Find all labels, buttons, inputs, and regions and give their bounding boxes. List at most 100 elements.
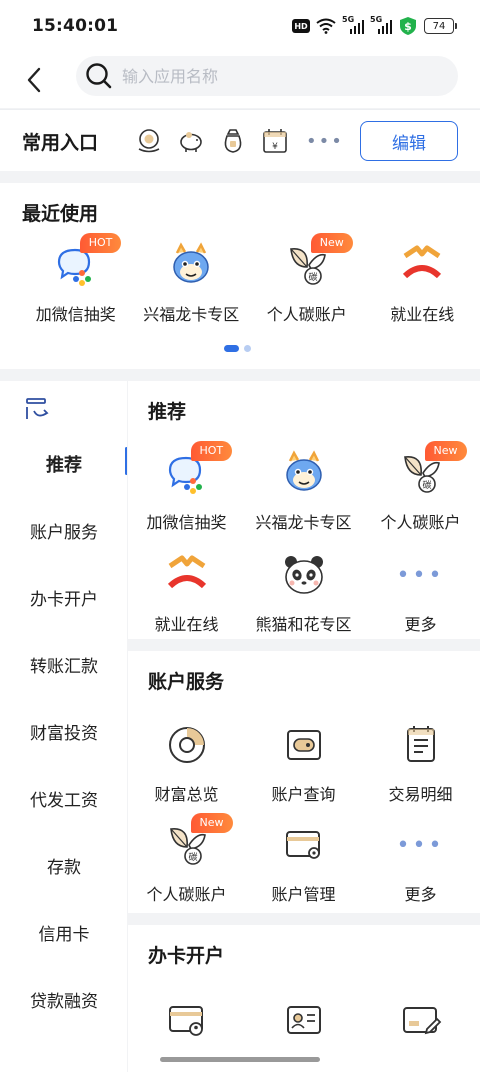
section-title: 推荐 [148,401,187,423]
grid-item-wechat-lottery[interactable]: HOT 加微信抽奖 [128,441,245,533]
sidebar-item-account[interactable]: 账户服务 [0,518,128,543]
wifi-icon [316,18,336,34]
app-label: 就业在线 [390,305,455,324]
recent-title: 最近使用 [22,203,99,225]
page-dot-active [224,345,239,352]
wallet-icon [286,730,321,760]
recent-app-carbon-account[interactable]: 碳 New 个人碳账户 [249,233,365,325]
new-badge: New [190,813,233,833]
grid-item-label: 兴福龙卡专区 [255,513,352,532]
grid-item-card-open-2[interactable] [245,995,362,1047]
grid-item-label: 交易明细 [388,785,453,804]
page-indicator [224,345,251,352]
grid-item-label: 账户查询 [271,785,336,804]
grid-item-label: 个人碳账户 [146,885,227,904]
quick-entry-title: 常用入口 [22,132,99,154]
svg-text:$: $ [404,20,412,33]
calendar-yuan-icon[interactable]: ¥ [260,126,290,156]
grid-item-carbon-account[interactable]: 碳 New 个人碳账户 [128,813,245,905]
svg-text:¥: ¥ [272,142,278,152]
sidebar-item-transfer[interactable]: 转账汇款 [0,652,128,677]
recent-app-employment[interactable]: 就业在线 [365,239,480,325]
hot-badge: HOT [79,233,122,253]
sidebar-item-wealth[interactable]: 财富投资 [0,719,128,744]
grid-item-dragon-card[interactable]: 兴福龙卡专区 [245,447,362,533]
svg-text:碳: 碳 [188,851,197,863]
sidebar-item-loan[interactable]: 贷款融资 [0,987,128,1012]
section-title: 账户服务 [148,671,225,693]
chevron-left-icon [27,67,41,93]
wealth-coin-icon[interactable] [134,126,164,156]
grid-item-label: 熊猫和花专区 [255,615,352,634]
search-icon [86,63,112,89]
grid-item-card-open-1[interactable] [128,995,245,1047]
security-shield-icon: $ [400,17,416,35]
grid-item-account-query[interactable]: 账户查询 [245,719,362,805]
grid-item-account-management[interactable]: 账户管理 [245,819,362,905]
employment-icon [167,555,206,589]
id-card-icon [286,1006,321,1034]
status-bar: 15:40:01 HD 5G 5G $ 74 [0,0,480,56]
grid-item-employment[interactable]: 就业在线 [128,549,245,635]
category-sidebar: 推荐 账户服务 办卡开户 转账汇款 财富投资 代发工资 存款 信用卡 贷款融资 [0,381,128,1072]
grid-item-label: 个人碳账户 [380,513,461,532]
hot-badge: HOT [190,441,233,461]
card-settings-icon [285,831,320,859]
grid-item-label: 财富总览 [154,785,219,804]
search-header [0,56,480,108]
new-badge: New [424,441,467,461]
home-indicator[interactable] [160,1057,320,1062]
pie-chart-icon [168,727,205,763]
grid-item-carbon-account[interactable]: 碳 New 个人碳账户 [362,441,479,533]
svg-text:碳: 碳 [308,271,317,283]
grid-item-more[interactable]: ••• 更多 [362,819,479,905]
grid-item-label: 加微信抽奖 [146,513,227,532]
piggy-bank-icon[interactable] [176,126,206,156]
grid-item-wealth-overview[interactable]: 财富总览 [128,719,245,805]
quick-entry-icons[interactable]: ¥ ••• [134,126,344,156]
sidebar-toggle-icon[interactable] [24,395,52,423]
grid-item-label: 就业在线 [154,615,219,634]
card-edit-icon [402,1007,441,1035]
app-label: 个人碳账户 [266,305,347,324]
status-time: 15:40:01 [32,16,119,36]
sidebar-item-payroll[interactable]: 代发工资 [0,786,128,811]
section-card-opening: 办卡开户 [128,925,480,1072]
recent-apps: HOT 加微信抽奖 兴福龙卡专区 碳 New 个人碳账户 就业在线 [0,233,480,325]
recent-section: 最近使用 HOT 加微信抽奖 兴福龙卡专区 碳 New 个人碳账户 就业在线 [0,183,480,369]
edit-button[interactable]: 编辑 [360,121,458,161]
dragon-mascot-icon [285,450,322,491]
recent-app-dragon-card[interactable]: 兴福龙卡专区 [134,239,250,325]
grid-item-label: 账户管理 [271,885,336,904]
recent-app-wechat-lottery[interactable]: HOT 加微信抽奖 [18,233,134,325]
grid-item-label: 更多 [404,885,437,904]
money-bag-icon[interactable] [218,126,248,156]
search-box[interactable] [76,56,458,96]
sidebar-item-deposit[interactable]: 存款 [0,853,128,878]
battery-icon: 74 [424,18,457,34]
category-content: 推荐 HOT 加微信抽奖 兴福龙卡专区 碳 New 个人碳账户 就业在线 熊猫和… [128,381,480,1072]
svg-text:碳: 碳 [422,479,431,491]
sidebar-item-card[interactable]: 办卡开户 [0,585,128,610]
page-dot [244,345,251,352]
hd-icon: HD [292,19,310,33]
grid-item-panda[interactable]: 熊猫和花专区 [245,549,362,635]
employment-icon [403,245,442,279]
grid-item-more[interactable]: ••• 更多 [362,549,479,635]
sidebar-item-recommend[interactable]: 推荐 [0,451,128,477]
more-icon: ••• [396,832,445,858]
quick-more-icon[interactable]: ••• [306,131,344,152]
section-title: 办卡开户 [148,945,225,967]
grid-item-card-open-3[interactable] [362,995,479,1047]
quick-entry-bar: 常用入口 ¥ ••• 编辑 [0,109,480,171]
grid-item-transaction-details[interactable]: 交易明细 [362,719,479,805]
card-user-icon [168,1006,203,1036]
dragon-mascot-icon [173,242,209,283]
panda-icon [284,556,323,594]
search-input[interactable] [122,66,422,86]
receipt-list-icon [406,726,435,762]
sidebar-item-credit-card[interactable]: 信用卡 [0,920,128,945]
status-icons: HD 5G 5G $ 74 [292,15,457,36]
new-badge: New [310,233,353,253]
back-button[interactable] [18,62,50,98]
